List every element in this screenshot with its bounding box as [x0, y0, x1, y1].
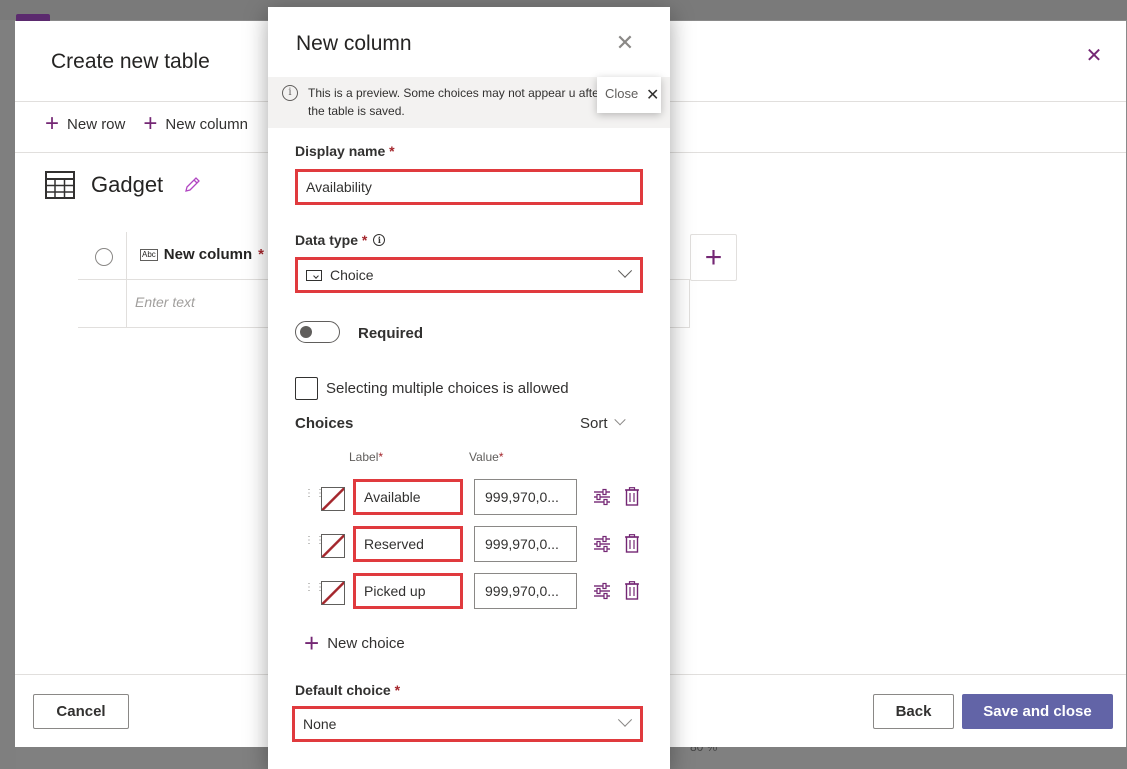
new-row-button[interactable]: + New row	[45, 110, 126, 137]
drag-handle-icon[interactable]: ⋮⋮	[304, 583, 325, 593]
table-name: Gadget	[91, 172, 164, 197]
color-swatch[interactable]	[321, 487, 345, 511]
color-swatch[interactable]	[321, 581, 345, 605]
required-label: Required	[358, 325, 424, 342]
drag-handle-icon[interactable]: ⋮⋮	[304, 536, 325, 546]
choice-value-input[interactable]: 999,970,0...	[474, 573, 577, 609]
dismiss-banner-icon[interactable]: ✕	[646, 85, 659, 105]
choice-label-input[interactable]: Available	[353, 479, 463, 515]
drag-handle-icon[interactable]: ⋮⋮	[304, 489, 325, 499]
divider	[126, 232, 127, 328]
new-choice-button[interactable]: + New choice	[304, 628, 405, 658]
cancel-button[interactable]: Cancel	[33, 694, 129, 729]
display-name-input[interactable]: Availability	[295, 169, 643, 205]
flyout-title: New column	[296, 32, 412, 55]
close-icon[interactable]: ✕	[1084, 46, 1104, 66]
choice-value-input[interactable]: 999,970,0...	[474, 526, 577, 562]
choice-label-header: Label*	[349, 450, 384, 464]
toggle-knob	[300, 326, 312, 338]
banner-text: This is a preview. Some choices may not …	[308, 86, 603, 118]
default-choice-value: None	[303, 716, 337, 732]
default-choice-label: Default choice *	[295, 682, 401, 698]
data-type-label: Data type * i	[295, 232, 386, 248]
choice-label-input[interactable]: Reserved	[353, 526, 463, 562]
choice-value-header: Value*	[469, 450, 504, 464]
command-bar: + New row + New column	[45, 110, 248, 137]
required-toggle[interactable]	[295, 321, 340, 343]
color-swatch[interactable]	[321, 534, 345, 558]
panel-title: Create new table	[51, 50, 210, 73]
choice-label-input[interactable]: Picked up	[353, 573, 463, 609]
chevron-down-icon	[617, 712, 633, 727]
sliders-icon[interactable]	[593, 582, 611, 600]
table-header: Gadget	[45, 171, 201, 199]
background-nav-rail	[0, 20, 16, 769]
column-header-label: New column	[163, 246, 253, 263]
new-column-button[interactable]: + New column	[143, 110, 248, 137]
column-header[interactable]: Abc New column *	[140, 246, 264, 263]
add-column-button[interactable]: +	[690, 234, 737, 281]
cell-input[interactable]: Enter text	[135, 294, 195, 310]
data-type-dropdown[interactable]: Choice	[295, 257, 643, 293]
chevron-down-icon	[617, 263, 633, 278]
new-column-flyout: New column ✕ i This is a preview. Some c…	[268, 7, 670, 769]
chevron-down-icon	[613, 413, 626, 425]
plus-icon: +	[143, 110, 158, 137]
choices-title: Choices	[295, 415, 354, 432]
display-name-label: Display name *	[295, 143, 395, 159]
choice-value-input[interactable]: 999,970,0...	[474, 479, 577, 515]
close-icon[interactable]: ✕	[615, 32, 635, 54]
choice-type-icon	[306, 269, 322, 281]
select-all-radio[interactable]	[95, 248, 113, 266]
choice-row: ⋮⋮ Available 999,970,0...	[304, 479, 644, 519]
info-icon[interactable]: i	[373, 234, 386, 246]
choice-row: ⋮⋮ Picked up 999,970,0...	[304, 573, 644, 613]
divider	[689, 280, 690, 328]
data-type-value: Choice	[330, 267, 374, 283]
info-icon: i	[282, 85, 298, 101]
trash-icon[interactable]	[624, 534, 640, 553]
sort-label: Sort	[580, 415, 608, 432]
plus-icon: +	[304, 628, 320, 658]
sort-button[interactable]: Sort	[580, 413, 626, 432]
plus-icon: +	[45, 110, 60, 137]
multi-select-checkbox[interactable]	[295, 377, 318, 400]
new-choice-label: New choice	[327, 634, 405, 652]
sliders-icon[interactable]	[593, 535, 611, 553]
new-row-label: New row	[67, 115, 126, 133]
save-and-close-button[interactable]: Save and close	[962, 694, 1113, 729]
table-icon	[45, 171, 75, 199]
trash-icon[interactable]	[624, 581, 640, 600]
choice-row: ⋮⋮ Reserved 999,970,0...	[304, 526, 644, 566]
edit-icon[interactable]	[183, 176, 201, 194]
trash-icon[interactable]	[624, 487, 640, 506]
multi-select-label: Selecting multiple choices is allowed	[326, 380, 569, 397]
back-button[interactable]: Back	[873, 694, 954, 729]
sliders-icon[interactable]	[593, 488, 611, 506]
text-type-icon: Abc	[140, 248, 158, 261]
default-choice-dropdown[interactable]: None	[292, 706, 643, 742]
new-column-label: New column	[165, 115, 248, 133]
required-marker: *	[258, 246, 264, 263]
